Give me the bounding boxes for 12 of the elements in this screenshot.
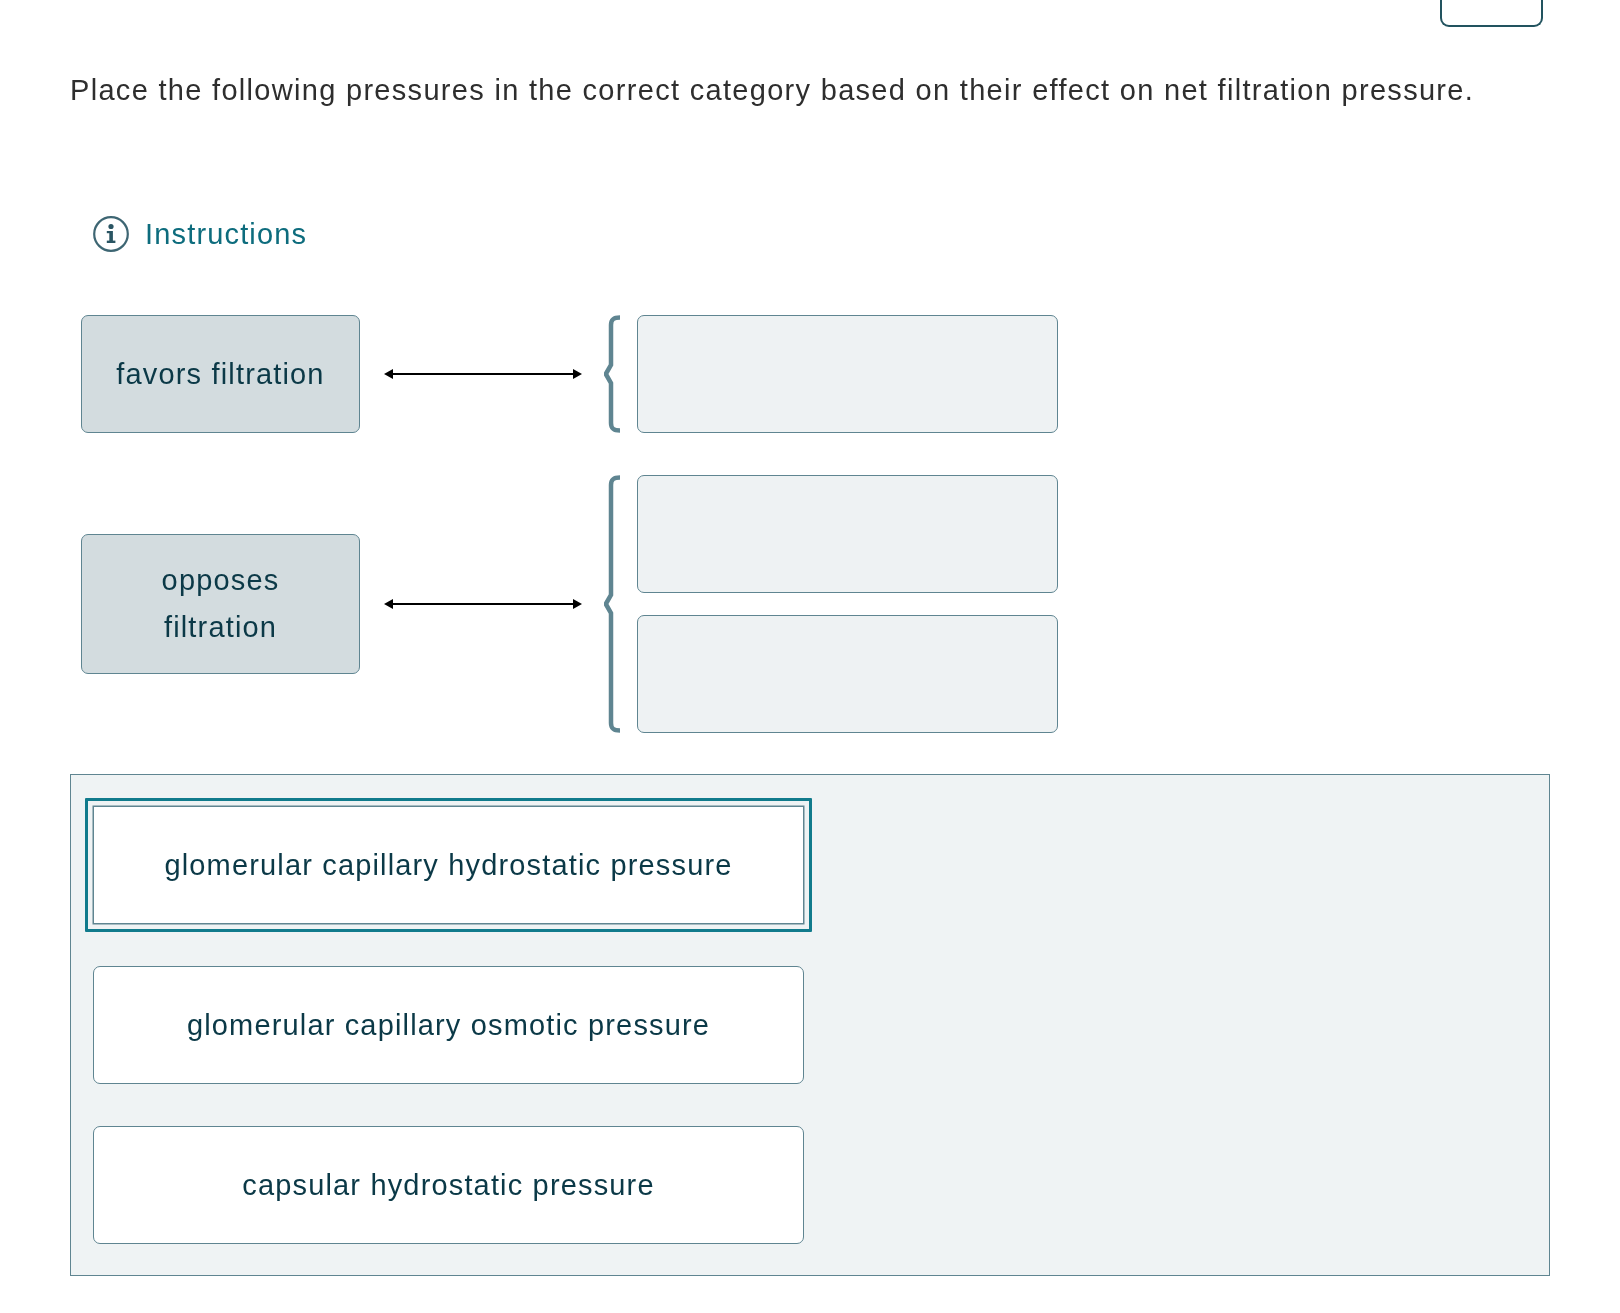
drop-zone[interactable]: [637, 475, 1058, 593]
drop-zone[interactable]: [637, 615, 1058, 733]
answer-card[interactable]: glomerular capillary osmotic pressure: [93, 966, 804, 1084]
answer-card[interactable]: glomerular capillary hydrostatic pressure: [85, 798, 812, 932]
category-tile: opposes filtration: [81, 534, 360, 674]
answer-card[interactable]: capsular hydrostatic pressure: [93, 1126, 804, 1244]
question-prompt: Place the following pressures in the correct category based on their effect on net filtration pressure.: [70, 73, 1476, 108]
header-button[interactable]: [1440, 0, 1543, 27]
info-icon: [93, 216, 129, 252]
category-tile: favors filtration: [81, 315, 360, 433]
instructions-link[interactable]: Instructions: [93, 216, 308, 252]
drop-zone[interactable]: [637, 315, 1058, 433]
